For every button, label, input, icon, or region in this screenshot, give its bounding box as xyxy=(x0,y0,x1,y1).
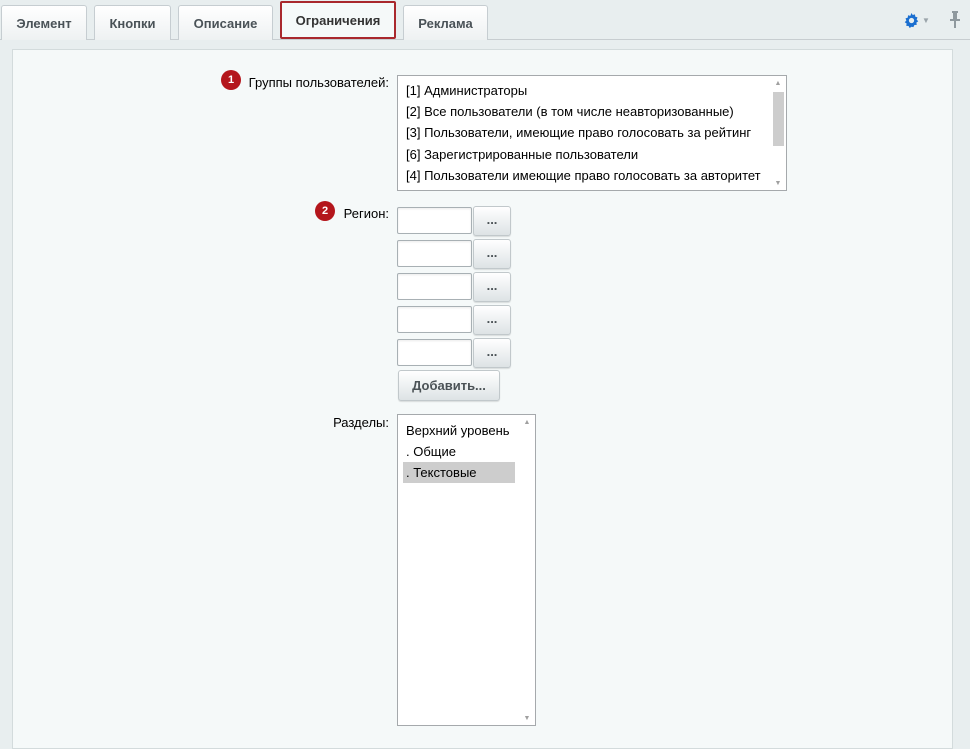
user-groups-label: Группы пользователей: xyxy=(248,75,389,90)
list-item[interactable]: [2] Все пользователи (в том числе неавто… xyxy=(403,101,734,122)
region-input-1[interactable] xyxy=(397,207,472,234)
list-item[interactable]: [3] Пользователи, имеющие право голосова… xyxy=(403,122,751,143)
sections-scrollbar[interactable]: ▲ ▼ xyxy=(519,415,535,725)
user-groups-listbox[interactable]: [1] Администраторы [2] Все пользователи … xyxy=(397,75,787,191)
pin-icon xyxy=(950,11,960,28)
pin-button[interactable] xyxy=(948,10,962,30)
scroll-up-icon[interactable]: ▲ xyxy=(519,415,535,429)
tab-element[interactable]: Элемент xyxy=(1,5,87,40)
region-browse-button-5[interactable]: ... xyxy=(473,338,511,368)
sections-listbox[interactable]: Верхний уровень . Общие . Текстовые ▲ ▼ xyxy=(397,414,536,726)
scroll-down-icon[interactable]: ▼ xyxy=(519,711,535,725)
list-item-selected[interactable]: . Текстовые xyxy=(403,462,515,483)
region-browse-button-2[interactable]: ... xyxy=(473,239,511,269)
scroll-down-icon[interactable]: ▼ xyxy=(770,176,786,190)
list-item[interactable]: . Общие xyxy=(403,441,515,462)
list-item[interactable]: [1] Администраторы xyxy=(403,80,527,101)
scroll-thumb[interactable] xyxy=(773,92,784,146)
list-item[interactable]: Верхний уровень xyxy=(403,420,515,441)
settings-menu-button[interactable]: ▼ xyxy=(904,11,930,29)
user-groups-scrollbar[interactable]: ▲ ▼ xyxy=(770,76,786,190)
tab-bar: Элемент Кнопки Описание Ограничения Рекл… xyxy=(0,0,970,40)
list-item[interactable]: [6] Зарегистрированные пользователи xyxy=(403,144,638,165)
region-browse-button-4[interactable]: ... xyxy=(473,305,511,335)
region-input-3[interactable] xyxy=(397,273,472,300)
scroll-up-icon[interactable]: ▲ xyxy=(770,76,786,90)
region-browse-button-3[interactable]: ... xyxy=(473,272,511,302)
sections-label: Разделы: xyxy=(333,415,389,430)
gear-icon xyxy=(904,12,919,28)
tab-restrictions[interactable]: Ограничения xyxy=(280,1,396,39)
region-input-4[interactable] xyxy=(397,306,472,333)
list-item[interactable]: [4] Пользователи имеющие право голосоват… xyxy=(403,165,761,186)
tab-description[interactable]: Описание xyxy=(178,5,273,40)
region-label: Регион: xyxy=(343,206,389,221)
region-browse-button-1[interactable]: ... xyxy=(473,206,511,236)
region-input-5[interactable] xyxy=(397,339,472,366)
region-input-2[interactable] xyxy=(397,240,472,267)
tab-buttons[interactable]: Кнопки xyxy=(94,5,171,40)
chevron-down-icon: ▼ xyxy=(922,15,930,25)
add-region-button[interactable]: Добавить... xyxy=(398,370,500,401)
tab-advertising[interactable]: Реклама xyxy=(403,5,488,40)
